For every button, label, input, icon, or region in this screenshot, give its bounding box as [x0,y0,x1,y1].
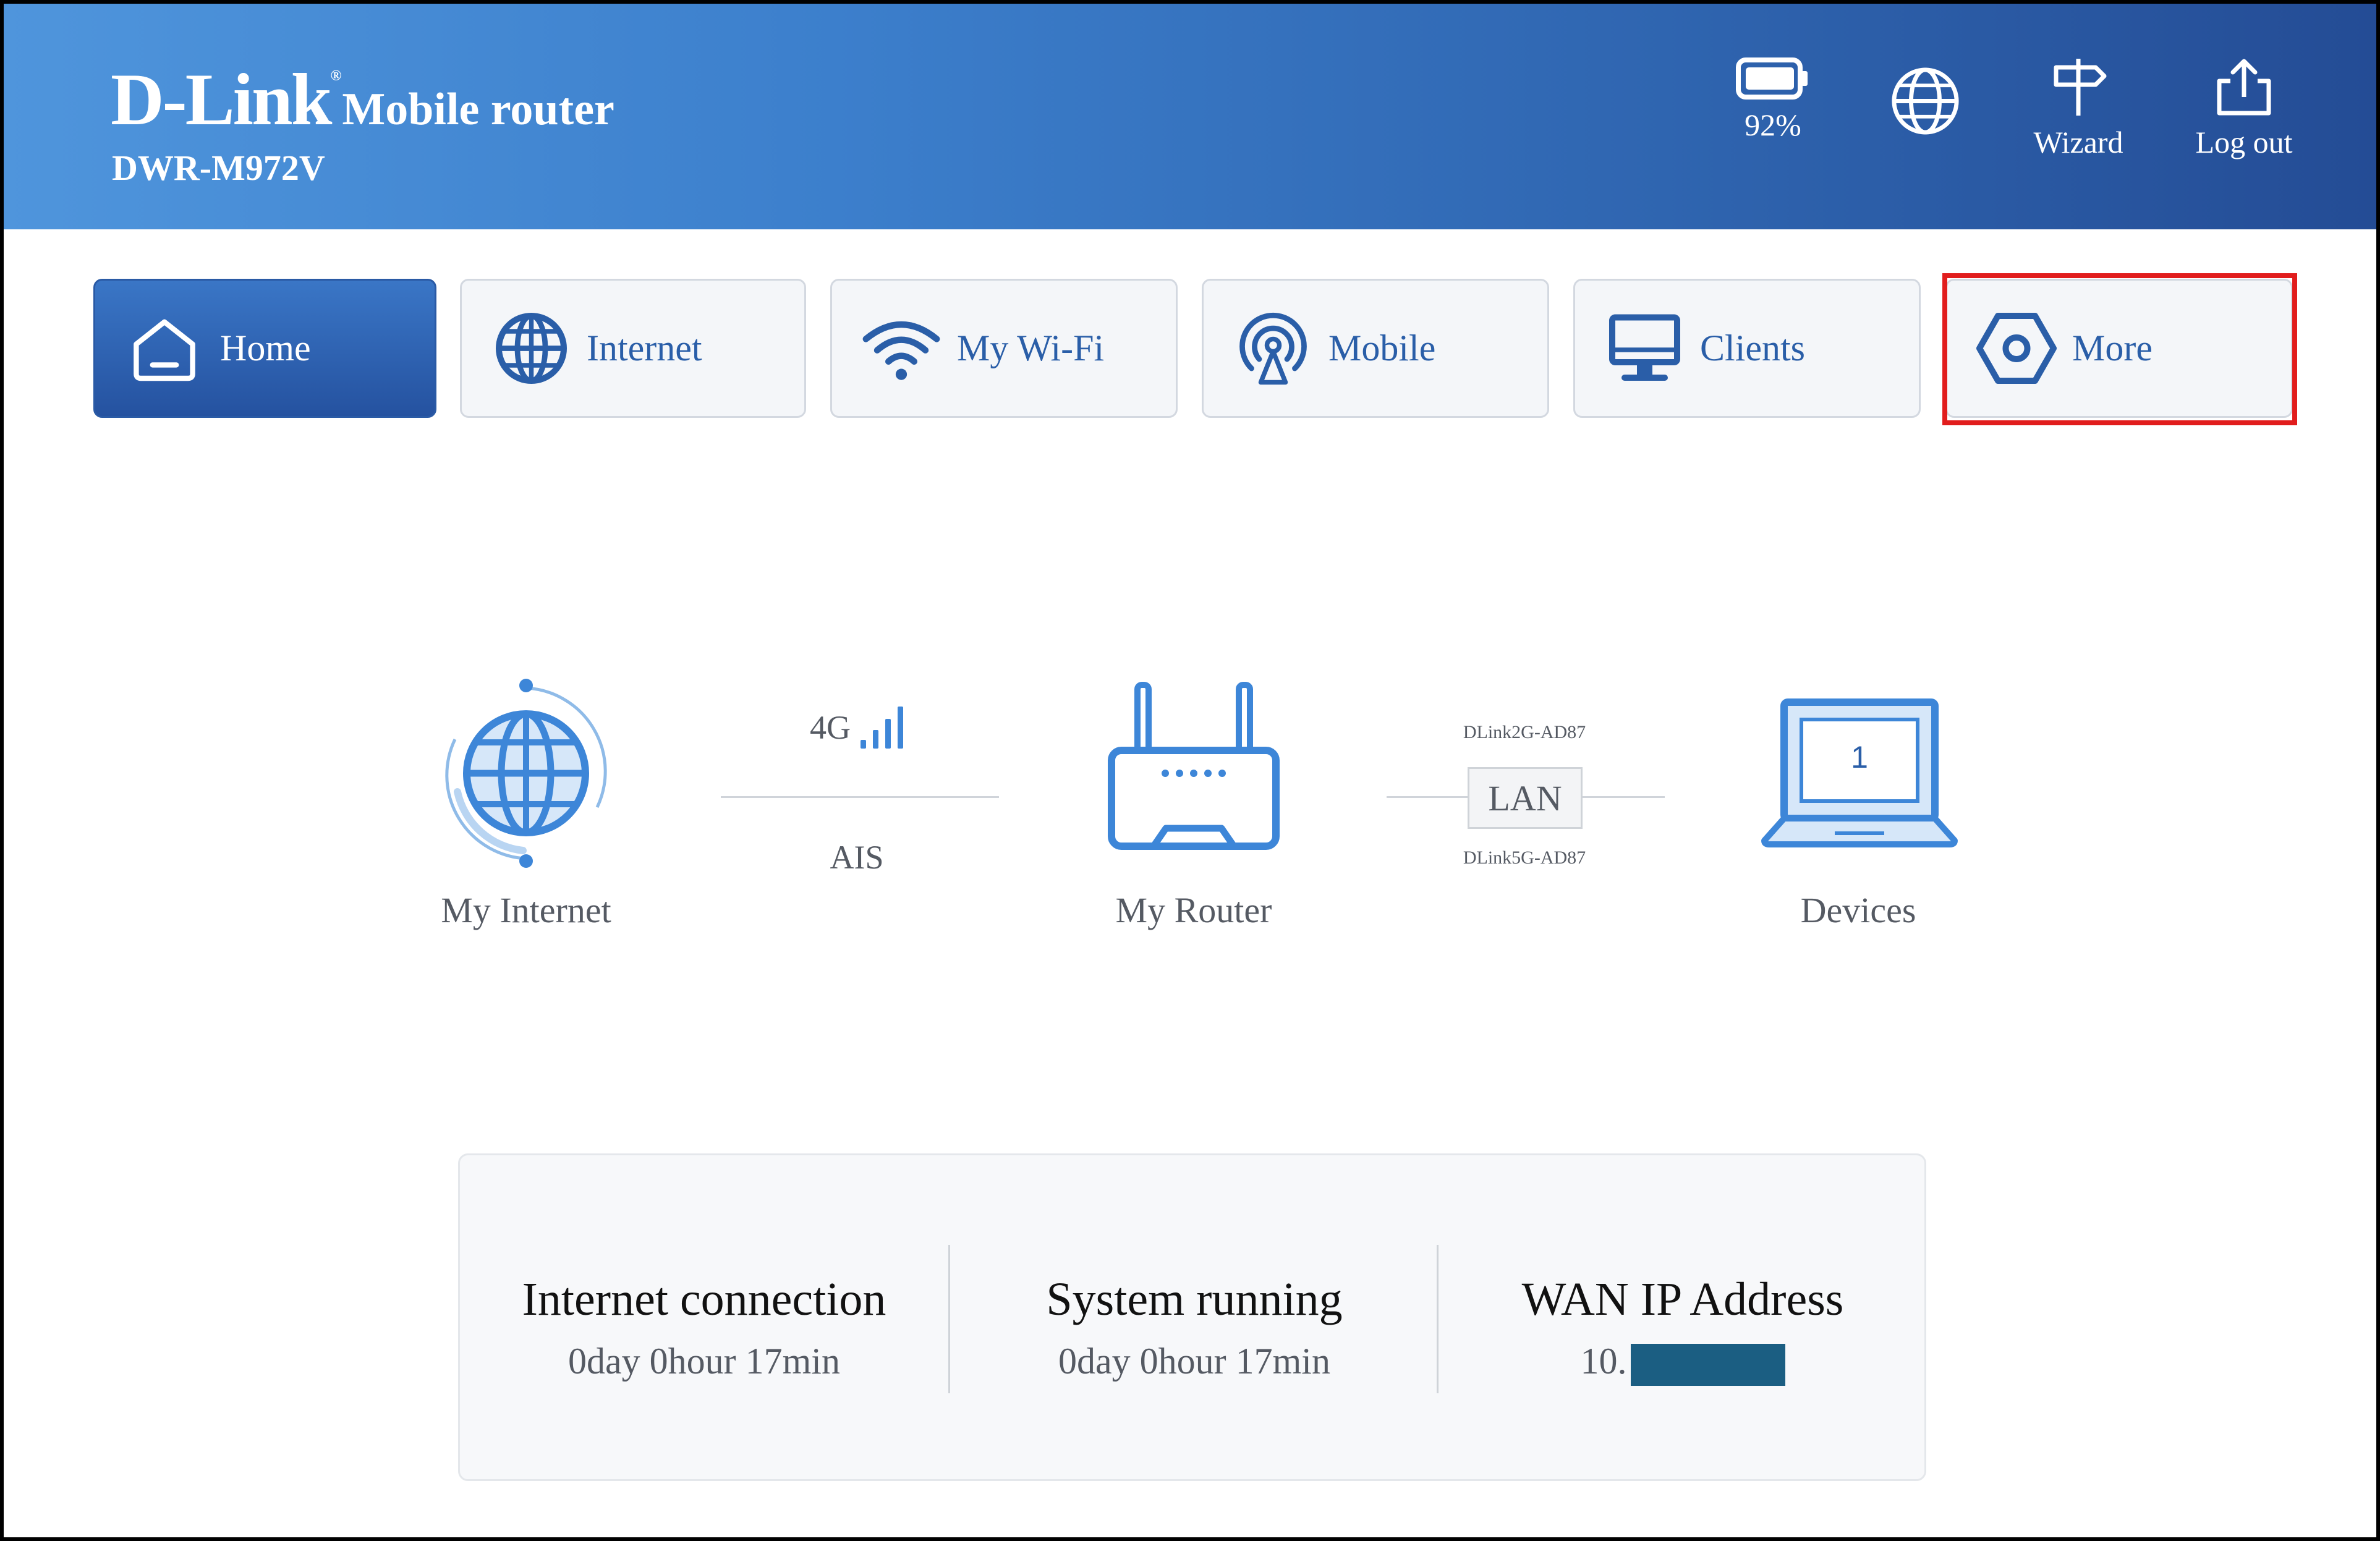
wan-ip-title: WAN IP Address [1521,1273,1844,1325]
internet-connection-title: Internet connection [522,1273,886,1325]
my-router-node[interactable] [1104,679,1283,855]
wan-ip-stat: WAN IP Address 10. [1439,1273,1927,1386]
operator-name: AIS [830,839,884,876]
tab-wifi-label: My Wi-Fi [957,328,1105,368]
ssid-2g: DLink2G-AD87 [1463,722,1586,742]
hexagon-icon [1973,305,2060,392]
tab-more[interactable]: More [1945,279,2293,418]
router-admin-window: D-Link®Mobile router DWR-M972V 92% Wizar… [0,0,2380,1541]
device-count: 1 [1851,740,1868,775]
globe-icon [488,305,574,392]
system-running-value: 0day 0hour 17min [1058,1341,1330,1382]
upload-icon [2217,59,2271,116]
redacted-ip-mask [1630,1344,1785,1386]
dlink-logo: D-Link® [111,58,341,140]
tab-mobile[interactable]: Mobile [1202,279,1549,418]
signpost-icon [2054,59,2107,116]
my-router-label: My Router [1115,890,1272,930]
internet-connection-stat: Internet connection 0day 0hour 17min [460,1273,948,1383]
tab-internet[interactable]: Internet [460,279,806,418]
antenna-icon [1230,305,1316,392]
devices-label: Devices [1800,890,1916,930]
signal-strength-icon [861,707,903,749]
tab-internet-label: Internet [587,328,702,368]
ssid-5g: DLink5G-AD87 [1463,847,1586,868]
wizard-button[interactable]: Wizard [2004,56,2153,160]
status-panel: Internet connection 0day 0hour 17min Sys… [458,1153,1926,1481]
internet-link-line [721,796,999,798]
network-type: 4G [810,709,851,746]
tab-clients-label: Clients [1700,328,1806,368]
battery-percent: 92% [1745,108,1801,142]
logout-button[interactable]: Log out [2170,56,2318,160]
tab-home-label: Home [220,328,311,368]
system-running-title: System running [1046,1273,1343,1325]
router-icon [1108,682,1280,850]
language-button[interactable] [1851,66,1999,137]
lan-connection-badge: LAN [1468,767,1583,829]
logout-label: Log out [2195,125,2293,159]
tab-mobile-label: Mobile [1328,328,1436,368]
devices-node[interactable]: 1 [1761,697,1958,849]
wan-ip-value: 10. [1439,1340,1927,1386]
monitor-icon [1601,305,1688,392]
tab-more-label: More [2072,328,2153,368]
tab-home[interactable]: Home [93,279,436,418]
internet-globe-icon [445,679,607,868]
my-internet-label: My Internet [441,890,611,930]
wifi-icon [858,305,945,392]
model-name: DWR-M972V [112,148,325,188]
battery-icon [1736,57,1808,100]
my-internet-node[interactable] [430,674,622,872]
header-bar: D-Link®Mobile router DWR-M972V 92% Wizar… [4,4,2376,229]
tab-clients[interactable]: Clients [1573,279,1921,418]
globe-icon [1891,67,1959,135]
brand: D-Link®Mobile router [111,62,614,137]
internet-connection-value: 0day 0hour 17min [568,1341,840,1382]
home-icon [121,305,208,392]
tab-wifi[interactable]: My Wi-Fi [830,279,1178,418]
system-running-stat: System running 0day 0hour 17min [950,1273,1439,1383]
product-name: Mobile router [342,84,614,135]
battery-status: 92% [1699,56,1847,143]
wizard-label: Wizard [2033,125,2123,159]
